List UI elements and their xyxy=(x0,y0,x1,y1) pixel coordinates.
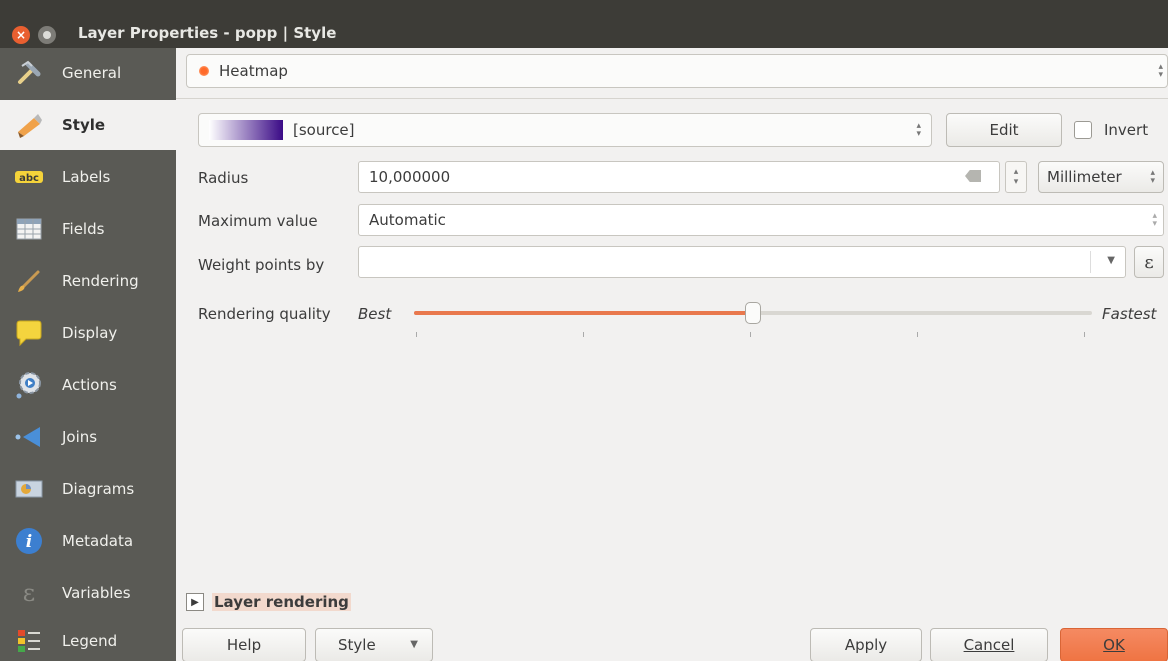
divider xyxy=(176,98,1168,99)
apply-button[interactable]: Apply xyxy=(810,628,922,661)
style-panel: Heatmap ▴ ▾ [source] ▴ ▾ Edit Invert Radiu… xyxy=(176,48,1168,661)
max-value-value: Automatic xyxy=(369,211,446,229)
epsilon-icon: ε xyxy=(14,578,44,608)
gear-icon xyxy=(14,370,44,400)
layer-rendering-toggle[interactable]: ▶ Layer rendering xyxy=(186,593,351,611)
radius-value: 10,000000 xyxy=(369,168,451,186)
sidebar-item-variables[interactable]: ε Variables xyxy=(0,568,176,618)
radius-stepper[interactable]: ▴ ▾ xyxy=(1005,161,1027,193)
sidebar-item-label: General xyxy=(62,64,122,82)
sidebar-item-label: Metadata xyxy=(62,532,134,550)
style-menu-label: Style xyxy=(338,636,376,654)
expression-button[interactable]: ε xyxy=(1134,246,1164,278)
sidebar-item-label: Joins xyxy=(62,428,98,446)
speech-bubble-icon xyxy=(14,318,44,348)
close-window-button[interactable]: × xyxy=(12,26,30,44)
sidebar-item-general[interactable]: General xyxy=(0,48,176,98)
sidebar-item-label: Rendering xyxy=(62,272,139,290)
sidebar-item-metadata[interactable]: i Metadata xyxy=(0,516,176,566)
sidebar-item-label: Fields xyxy=(62,220,105,238)
renderer-select[interactable]: Heatmap ▴ ▾ xyxy=(186,54,1168,88)
svg-text:ε: ε xyxy=(23,579,35,607)
heatmap-icon xyxy=(199,66,209,76)
color-ramp-preview xyxy=(209,120,283,140)
slider-tick xyxy=(917,332,918,337)
minimize-window-button[interactable] xyxy=(38,26,56,44)
style-menu-button[interactable]: Style ▼ xyxy=(315,628,433,661)
max-value-label: Maximum value xyxy=(198,212,318,230)
sidebar-item-label: Style xyxy=(62,116,106,134)
diagram-icon xyxy=(14,474,44,504)
layer-rendering-label: Layer rendering xyxy=(212,593,351,611)
sidebar-item-rendering[interactable]: Rendering xyxy=(0,256,176,306)
quality-slider-fill xyxy=(414,311,753,315)
table-icon xyxy=(14,214,44,244)
window-title: Layer Properties - popp | Style xyxy=(78,24,337,42)
help-button[interactable]: Help xyxy=(182,628,306,661)
quality-fastest-label: Fastest xyxy=(1102,305,1157,323)
weight-field-select[interactable]: ▼ xyxy=(358,246,1126,278)
tools-icon xyxy=(14,58,44,88)
sidebar-item-joins[interactable]: Joins xyxy=(0,412,176,462)
color-ramp-select[interactable]: [source] ▴ ▾ xyxy=(198,113,932,147)
invert-label: Invert xyxy=(1104,121,1149,139)
radius-input[interactable]: 10,000000 xyxy=(358,161,1000,193)
quality-label: Rendering quality xyxy=(198,305,331,323)
max-value-input[interactable]: Automatic ▴ ▾ xyxy=(358,204,1164,236)
slider-tick xyxy=(416,332,417,337)
brush-icon xyxy=(14,110,44,140)
quality-slider[interactable] xyxy=(414,302,1092,324)
expand-arrow-icon: ▶ xyxy=(186,593,204,611)
sidebar-item-label: Legend xyxy=(62,632,118,650)
sidebar-item-label: Display xyxy=(62,324,118,342)
sidebar-item-labels[interactable]: abc Labels xyxy=(0,152,176,202)
separator xyxy=(1090,251,1091,273)
ok-button[interactable]: OK xyxy=(1060,628,1168,661)
svg-text:i: i xyxy=(26,532,32,552)
sidebar-item-style[interactable]: Style xyxy=(0,100,176,150)
sidebar-item-legend[interactable]: Legend xyxy=(0,616,176,661)
sidebar-item-fields[interactable]: Fields xyxy=(0,204,176,254)
sidebar-item-label: Diagrams xyxy=(62,480,135,498)
paintbrush-icon xyxy=(14,266,44,296)
select-arrows-icon: ▴ ▾ xyxy=(916,121,921,139)
weight-label: Weight points by xyxy=(198,256,325,274)
sidebar-item-label: Variables xyxy=(62,584,131,602)
sidebar: General Style abc Labels Fields Renderin… xyxy=(0,48,176,661)
slider-tick xyxy=(583,332,584,337)
svg-text:abc: abc xyxy=(19,173,39,184)
quality-best-label: Best xyxy=(358,305,392,323)
slider-tick xyxy=(750,332,751,337)
sidebar-item-diagrams[interactable]: Diagrams xyxy=(0,464,176,514)
abc-icon: abc xyxy=(14,162,44,192)
sidebar-item-label: Labels xyxy=(62,168,111,186)
radius-label: Radius xyxy=(198,169,249,187)
clear-icon[interactable] xyxy=(965,170,981,182)
sidebar-item-label: Actions xyxy=(62,376,117,394)
spin-arrows-icon[interactable]: ▴ ▾ xyxy=(1152,212,1157,229)
cancel-button[interactable]: Cancel xyxy=(930,628,1048,661)
slider-tick xyxy=(1084,332,1085,337)
join-icon xyxy=(14,422,44,452)
dropdown-arrow-icon: ▼ xyxy=(410,639,418,650)
edit-ramp-button[interactable]: Edit xyxy=(946,113,1062,147)
dropdown-arrow-icon: ▼ xyxy=(1107,255,1115,266)
select-arrows-icon: ▴ ▾ xyxy=(1158,62,1163,80)
quality-slider-handle[interactable] xyxy=(745,302,761,324)
legend-icon xyxy=(14,626,44,656)
title-bar: × Layer Properties - popp | Style xyxy=(0,0,1168,48)
sidebar-item-display[interactable]: Display xyxy=(0,308,176,358)
renderer-select-value: Heatmap xyxy=(219,62,288,80)
color-ramp-name: [source] xyxy=(293,121,355,139)
sidebar-item-actions[interactable]: Actions xyxy=(0,360,176,410)
select-arrows-icon: ▴ ▾ xyxy=(1150,168,1155,186)
invert-checkbox[interactable] xyxy=(1074,121,1092,139)
radius-unit-select[interactable]: Millimeter ▴ ▾ xyxy=(1038,161,1164,193)
radius-unit-value: Millimeter xyxy=(1047,168,1122,186)
info-icon: i xyxy=(14,526,44,556)
